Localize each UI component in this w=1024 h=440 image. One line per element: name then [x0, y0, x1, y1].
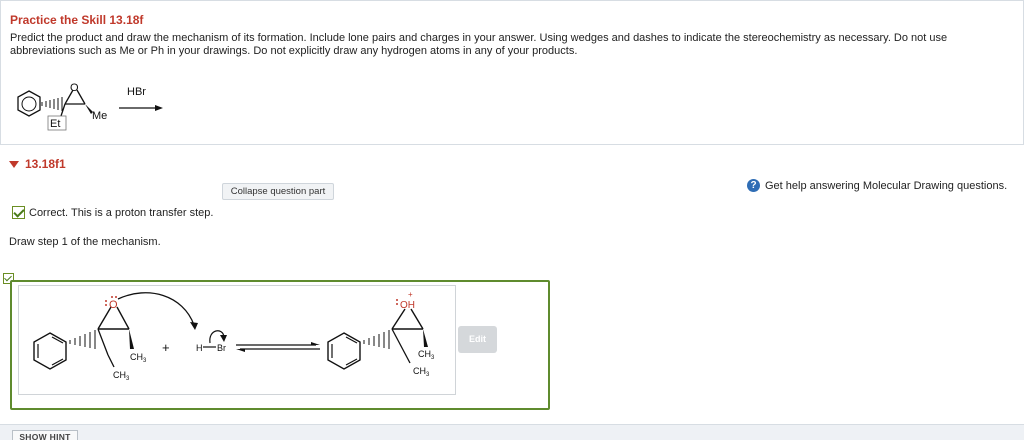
right-ch3-b: CH3: [413, 366, 430, 378]
right-epoxide-o-c2: [410, 308, 424, 330]
right-benzene-ring: [327, 332, 361, 370]
reaction-arrow-head: [155, 105, 163, 111]
left-epoxide-o: O: [109, 299, 118, 311]
reagent-label: HBr: [127, 86, 146, 98]
epoxide-o-label: O: [70, 82, 79, 94]
right-epoxide-c1-o: [391, 308, 406, 330]
hint-bar: [0, 424, 1024, 440]
right-hash-bond: [363, 330, 390, 349]
aromatic-circle: [21, 96, 37, 112]
reaction-scheme: O Et Me HBr: [17, 82, 163, 131]
left-ethyl-bond-1: [97, 328, 109, 356]
help-icon: ?: [747, 179, 760, 192]
right-ch3-a: CH3: [418, 349, 435, 361]
show-hint-button[interactable]: SHOW HINT: [12, 430, 78, 440]
feedback-text: Correct. This is a proton transfer step.: [29, 206, 214, 219]
et-label: Et: [50, 118, 60, 130]
right-ch3-wedge: [423, 329, 428, 347]
part-toggle[interactable]: 13.18f1: [9, 157, 66, 171]
left-ch3-wedge: [129, 329, 134, 349]
right-oh-label: OH: [400, 300, 415, 311]
help-link[interactable]: ? Get help answering Molecular Drawing q…: [747, 179, 1007, 192]
me-label: Me: [92, 110, 107, 122]
mechanism-drawing: O CH3 CH3 + H Br OH + CH3 CH3: [33, 290, 435, 382]
plus-sign: +: [162, 340, 170, 355]
problem-text: Predict the product and draw the mechani…: [10, 32, 948, 57]
br-atom: Br: [217, 343, 226, 353]
oh-lone-pair: [396, 299, 398, 305]
left-epoxide-o-c2: [116, 306, 130, 330]
collapse-triangle-icon: [9, 160, 19, 168]
left-ethyl-bond-2: [107, 354, 115, 368]
part-label: 13.18f1: [25, 157, 66, 171]
left-ch3-b: CH3: [113, 370, 130, 382]
hash-bond: [41, 97, 63, 111]
curved-arrow-icon: [117, 292, 195, 326]
benzene-ring: [17, 90, 41, 117]
oxonium-charge: +: [408, 290, 413, 299]
left-ch3-a: CH3: [130, 352, 147, 364]
step-instruction: Draw step 1 of the mechanism.: [9, 236, 161, 248]
help-label: Get help answering Molecular Drawing que…: [765, 179, 1008, 192]
edit-button[interactable]: Edit: [458, 326, 497, 353]
left-benzene-ring: [33, 332, 67, 370]
problem-title: Practice the Skill 13.18f: [10, 13, 144, 27]
problem-panel: Practice the Skill 13.18f Predict the pr…: [0, 0, 1024, 145]
check-icon: [12, 206, 25, 219]
left-hash-bond: [69, 330, 96, 349]
collapse-question-part-button[interactable]: Collapse question part: [222, 183, 334, 200]
h-atom: H: [196, 343, 203, 353]
right-ethyl-bond: [391, 328, 411, 364]
feedback-row: Correct. This is a proton transfer step.: [12, 206, 213, 219]
